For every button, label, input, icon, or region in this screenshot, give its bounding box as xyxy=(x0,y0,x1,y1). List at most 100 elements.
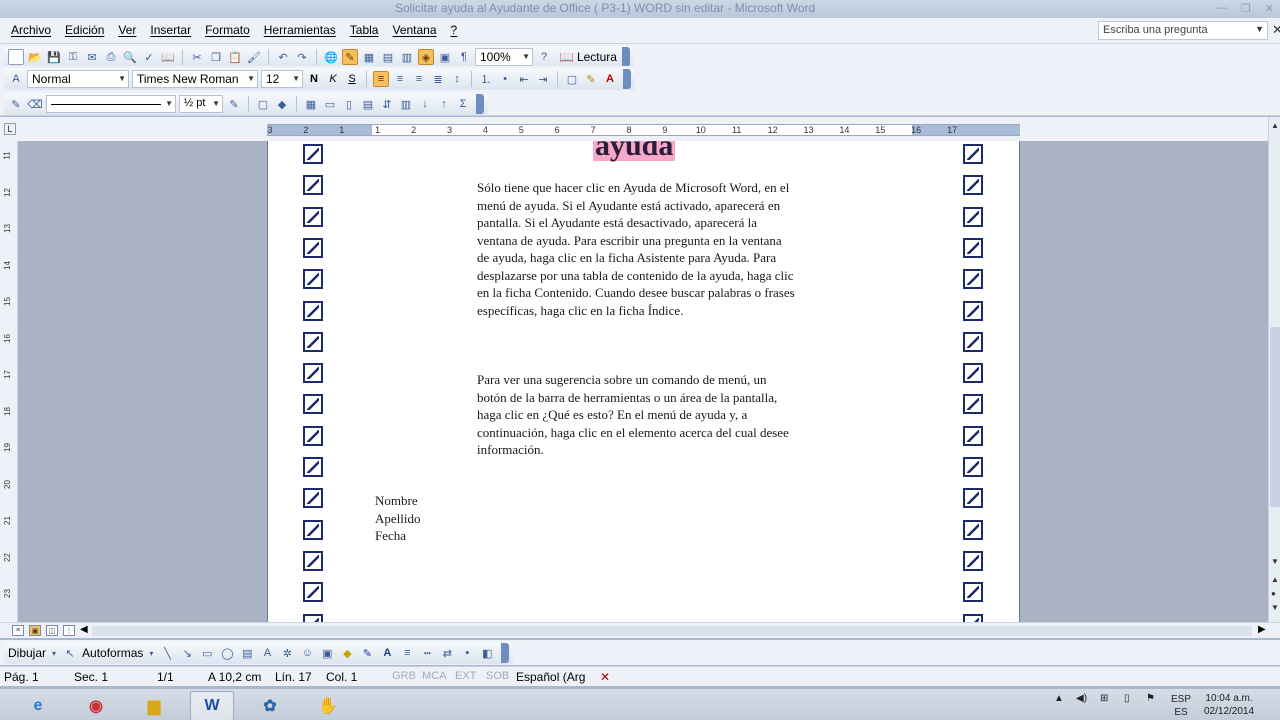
columns-icon[interactable]: ▥ xyxy=(399,49,415,65)
bold-button[interactable]: N xyxy=(306,71,322,87)
font-size-select[interactable]: 12 ▼ xyxy=(261,70,303,88)
document-page[interactable]: ayuda Sólo tiene que hacer clic en Ayuda… xyxy=(267,141,1020,622)
font-select[interactable]: Times New Roman ▼ xyxy=(132,70,258,88)
insert-table-icon[interactable]: ▦ xyxy=(361,49,377,65)
research-icon[interactable]: 📖 xyxy=(160,49,176,65)
new-document-icon[interactable] xyxy=(8,49,24,65)
increase-indent-icon[interactable]: ⇥ xyxy=(535,71,551,87)
open-folder-icon[interactable]: 📂 xyxy=(27,49,43,65)
insert-excel-icon[interactable]: ▤ xyxy=(380,49,396,65)
save-icon[interactable]: 💾 xyxy=(46,49,62,65)
browse-object-icon[interactable]: ● xyxy=(1271,589,1276,598)
eraser-icon[interactable]: ⌫ xyxy=(27,96,43,112)
highlight-icon[interactable]: ✎ xyxy=(583,71,599,87)
scroll-thumb[interactable] xyxy=(1270,327,1280,507)
chrome-icon[interactable]: ◉ xyxy=(74,691,118,720)
action-center-icon[interactable]: ⚑ xyxy=(1146,693,1155,704)
print-layout-icon[interactable]: ▣ xyxy=(29,625,41,636)
line-weight-select[interactable]: ½ pt ▼ xyxy=(179,95,223,113)
internet-explorer-icon[interactable]: e xyxy=(16,691,60,720)
align-left-icon[interactable]: ≡ xyxy=(373,71,389,87)
border-icon[interactable]: ▢ xyxy=(564,71,580,87)
sort-ascending-icon[interactable]: ↓ xyxy=(417,96,433,112)
redo-icon[interactable]: ↷ xyxy=(294,49,310,65)
menu-insertar[interactable]: Insertar xyxy=(143,23,198,37)
menu-ver[interactable]: Ver xyxy=(111,23,143,37)
spelling-icon[interactable]: ✓ xyxy=(141,49,157,65)
scroll-up-icon[interactable]: ▲ xyxy=(1271,121,1279,130)
status-ext[interactable]: EXT xyxy=(455,670,476,682)
word-icon[interactable]: W xyxy=(190,691,234,720)
maximize-icon[interactable]: ❐ xyxy=(1241,2,1251,15)
normal-view-icon[interactable]: ≡ xyxy=(12,625,24,636)
status-grb[interactable]: GRB xyxy=(392,670,416,682)
oval-icon[interactable]: ◯ xyxy=(219,645,235,661)
tables-borders-icon[interactable]: ✎ xyxy=(342,49,358,65)
vertical-ruler[interactable]: 11 12 13 14 15 16 17 18 19 20 21 22 23 xyxy=(0,141,18,622)
distribute-rows-icon[interactable]: ⇵ xyxy=(379,96,395,112)
wordart-icon[interactable]: A xyxy=(259,645,275,661)
diagram-icon[interactable]: ✲ xyxy=(279,645,295,661)
draw-menu-button[interactable]: Dibujar xyxy=(8,646,46,660)
reading-mode-button[interactable]: 📖 Lectura xyxy=(559,50,617,64)
permission-icon[interactable]: ⚿ xyxy=(65,49,81,65)
autoshapes-button[interactable]: Autoformas xyxy=(82,646,143,660)
battery-icon[interactable]: ▯ xyxy=(1124,693,1130,704)
paint-icon[interactable]: ✿ xyxy=(248,691,292,720)
underline-button[interactable]: S xyxy=(344,71,360,87)
scroll-left-icon[interactable]: ◀ xyxy=(80,624,88,635)
menu-edicion[interactable]: Edición xyxy=(58,23,111,37)
show-hide-icon[interactable]: ¶ xyxy=(456,49,472,65)
textbox-icon[interactable]: ▤ xyxy=(239,645,255,661)
spelling-status-icon[interactable]: ✕ xyxy=(600,670,610,684)
sort-descending-icon[interactable]: ↑ xyxy=(436,96,452,112)
insert-table-icon[interactable]: ▦ xyxy=(303,96,319,112)
format-painter-icon[interactable]: 🖌 xyxy=(246,49,262,65)
document-workspace[interactable]: ayuda Sólo tiene que hacer clic en Ayuda… xyxy=(18,141,1268,622)
arrow-style-icon[interactable]: ⇄ xyxy=(439,645,455,661)
rectangle-icon[interactable]: ▭ xyxy=(199,645,215,661)
menu-tabla[interactable]: Tabla xyxy=(343,23,386,37)
scroll-right-icon[interactable]: ▶ xyxy=(1258,624,1266,635)
zoom-select[interactable]: 100% ▼ xyxy=(475,48,533,66)
justify-icon[interactable]: ≣ xyxy=(430,71,446,87)
autosum-icon[interactable]: Σ xyxy=(455,96,471,112)
horizontal-scroll-track[interactable] xyxy=(92,626,1252,636)
tab-selector[interactable]: L xyxy=(4,123,16,135)
menu-archivo[interactable]: Archivo xyxy=(4,23,58,37)
align-center-icon[interactable]: ≡ xyxy=(392,71,408,87)
outline-view-icon[interactable]: ⋮ xyxy=(63,625,75,636)
line-color-icon[interactable]: ✎ xyxy=(359,645,375,661)
menu-ventana[interactable]: Ventana xyxy=(385,23,443,37)
line-spacing-icon[interactable]: ↕ xyxy=(449,71,465,87)
copy-icon[interactable]: ❐ xyxy=(208,49,224,65)
web-layout-icon[interactable]: ◫ xyxy=(46,625,58,636)
network-icon[interactable]: ⊞ xyxy=(1100,693,1108,704)
help-icon[interactable]: ? xyxy=(536,49,552,65)
italic-button[interactable]: K xyxy=(325,71,341,87)
picture-icon[interactable]: ▣ xyxy=(319,645,335,661)
clock[interactable]: 10:04 a.m. 02/12/2014 xyxy=(1204,692,1254,718)
numbering-icon[interactable]: ⒈ xyxy=(478,71,494,87)
menu-help[interactable]: ? xyxy=(444,23,465,37)
shading-color-icon[interactable]: ◆ xyxy=(274,96,290,112)
close-document-icon[interactable]: ✕ xyxy=(1272,22,1280,38)
undo-icon[interactable]: ↶ xyxy=(275,49,291,65)
autoformat-table-icon[interactable]: ▥ xyxy=(398,96,414,112)
bullets-icon[interactable]: • xyxy=(497,71,513,87)
drawing-icon[interactable]: ◈ xyxy=(418,49,434,65)
scroll-down-icon[interactable]: ▼ xyxy=(1271,557,1279,566)
styles-icon[interactable]: A xyxy=(8,71,24,87)
paste-icon[interactable]: 📋 xyxy=(227,49,243,65)
menu-formato[interactable]: Formato xyxy=(198,23,257,37)
line-style-select[interactable]: ▼ xyxy=(46,95,176,113)
next-page-icon[interactable]: ▼ xyxy=(1271,603,1279,612)
dash-style-icon[interactable]: ┅ xyxy=(419,645,435,661)
merge-cells-icon[interactable]: ▭ xyxy=(322,96,338,112)
fill-color-icon[interactable]: ◆ xyxy=(339,645,355,661)
font-color-icon[interactable]: A xyxy=(602,71,618,87)
select-objects-icon[interactable]: ↖ xyxy=(62,645,78,661)
draw-table-icon[interactable]: ✎ xyxy=(8,96,24,112)
style-select[interactable]: Normal ▼ xyxy=(27,70,129,88)
cut-icon[interactable]: ✂ xyxy=(189,49,205,65)
